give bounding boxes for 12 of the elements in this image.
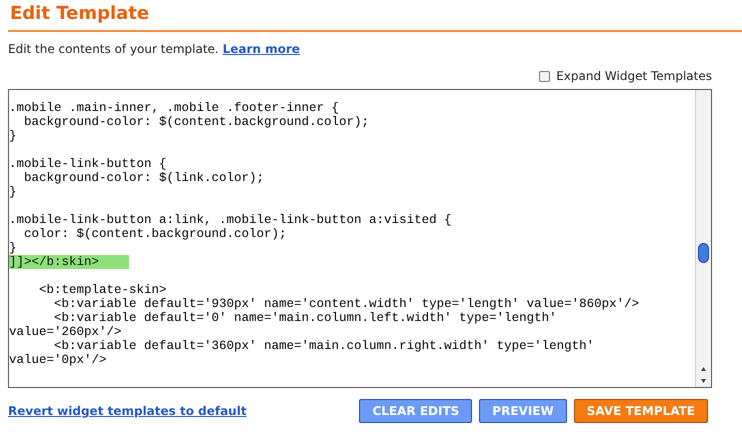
learn-more-link[interactable]: Learn more — [222, 42, 300, 56]
expand-widget-templates-checkbox[interactable] — [539, 70, 550, 82]
checkbox-label: Expand Widget Templates — [556, 68, 712, 85]
scrollbar[interactable] — [695, 90, 711, 387]
action-button[interactable]: SAVE TEMPLATE — [574, 399, 708, 423]
action-button[interactable]: CLEAR EDITS — [359, 399, 472, 423]
description-text: Edit the contents of your template. — [8, 42, 219, 56]
template-editor[interactable] — [8, 89, 712, 388]
scroll-thumb[interactable] — [698, 243, 709, 263]
action-button[interactable]: PREVIEW — [479, 399, 567, 423]
page-title: Edit Template — [9, 4, 150, 24]
revert-link[interactable]: Revert widget templates to default — [8, 402, 247, 420]
